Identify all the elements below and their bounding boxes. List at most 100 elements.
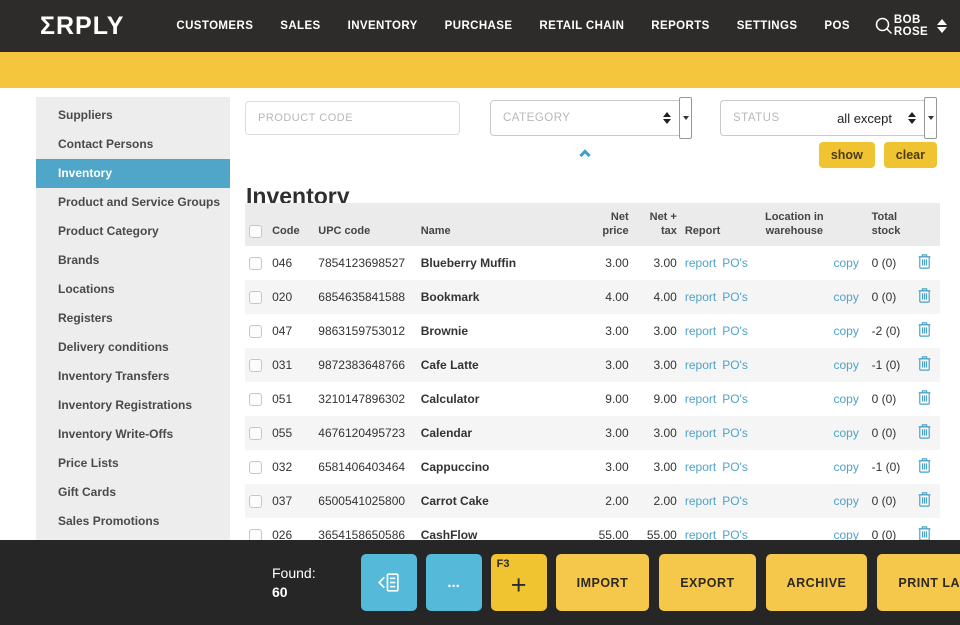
- row-checkbox[interactable]: [249, 495, 262, 508]
- report-link[interactable]: report: [685, 392, 716, 406]
- category-select[interactable]: CATEGORY: [490, 100, 690, 136]
- copy-link[interactable]: copy: [833, 392, 858, 406]
- import-button[interactable]: IMPORT: [556, 554, 650, 611]
- warehouse-location-cell: [759, 314, 829, 348]
- report-link[interactable]: report: [685, 460, 716, 474]
- delete-icon[interactable]: [918, 458, 931, 473]
- delete-icon[interactable]: [918, 526, 931, 541]
- dropdown-caret-icon[interactable]: [679, 97, 692, 139]
- sidebar-item-suppliers[interactable]: Suppliers: [36, 101, 230, 130]
- delete-icon[interactable]: [918, 356, 931, 371]
- product-code-input[interactable]: [245, 101, 460, 135]
- sidebar-item-price-lists[interactable]: Price Lists: [36, 449, 230, 478]
- delete-icon[interactable]: [918, 390, 931, 405]
- erply-logo[interactable]: ΣRPLY: [40, 12, 124, 41]
- report-link[interactable]: report: [685, 324, 716, 338]
- search-icon[interactable]: [874, 16, 894, 36]
- nav-item-inventory[interactable]: INVENTORY: [348, 20, 418, 32]
- upc-code-cell: 6581406403464: [314, 450, 416, 484]
- dropdown-caret-icon[interactable]: [924, 97, 937, 139]
- copy-link[interactable]: copy: [833, 494, 858, 508]
- copy-link[interactable]: copy: [833, 324, 858, 338]
- purchase-orders-link[interactable]: PO's: [722, 324, 748, 338]
- sidebar-item-locations[interactable]: Locations: [36, 275, 230, 304]
- net-tax-cell: 3.00: [633, 450, 681, 484]
- copy-cell: copy: [829, 484, 867, 518]
- delete-icon[interactable]: [918, 288, 931, 303]
- delete-icon[interactable]: [918, 322, 931, 337]
- table-head: CodeUPC codeNameNet priceNet + taxReport…: [245, 203, 940, 246]
- status-select[interactable]: STATUS all except: [720, 100, 935, 136]
- report-link[interactable]: report: [685, 290, 716, 304]
- upc-code-cell: 3210147896302: [314, 382, 416, 416]
- delete-icon[interactable]: [918, 254, 931, 269]
- purchase-orders-link[interactable]: PO's: [722, 290, 748, 304]
- copy-link[interactable]: copy: [833, 460, 858, 474]
- collapse-filters-button[interactable]: [577, 149, 593, 161]
- purchase-orders-link[interactable]: PO's: [722, 358, 748, 372]
- row-checkbox[interactable]: [249, 257, 262, 270]
- more-actions-button[interactable]: ...: [426, 554, 482, 611]
- archive-button[interactable]: ARCHIVE: [766, 554, 868, 611]
- delete-cell: [914, 382, 940, 416]
- sidebar-item-product-category[interactable]: Product Category: [36, 217, 230, 246]
- copy-link[interactable]: copy: [833, 426, 858, 440]
- delete-cell: [914, 246, 940, 280]
- nav-item-reports[interactable]: REPORTS: [651, 20, 709, 32]
- purchase-orders-link[interactable]: PO's: [722, 392, 748, 406]
- add-new-button[interactable]: F3 +: [491, 554, 547, 611]
- purchase-orders-link[interactable]: PO's: [722, 460, 748, 474]
- filter-actions: show clear: [819, 142, 937, 168]
- user-menu[interactable]: BOB ROSE: [894, 14, 947, 38]
- nav-item-customers[interactable]: CUSTOMERS: [176, 20, 253, 32]
- row-checkbox[interactable]: [249, 461, 262, 474]
- copy-link[interactable]: copy: [833, 256, 858, 270]
- nav-item-sales[interactable]: SALES: [280, 20, 320, 32]
- row-checkbox[interactable]: [249, 393, 262, 406]
- delete-icon[interactable]: [918, 424, 931, 439]
- product-code-cell: 047: [268, 314, 314, 348]
- delete-cell: [914, 450, 940, 484]
- purchase-orders-link[interactable]: PO's: [722, 494, 748, 508]
- toggle-panel-button[interactable]: [361, 554, 417, 611]
- report-link[interactable]: report: [685, 494, 716, 508]
- report-link[interactable]: report: [685, 256, 716, 270]
- upc-code-cell: 4676120495723: [314, 416, 416, 450]
- user-menu-arrows-icon: [937, 19, 947, 33]
- report-link[interactable]: report: [685, 358, 716, 372]
- sidebar-item-inventory-write-offs[interactable]: Inventory Write-Offs: [36, 420, 230, 449]
- clear-button[interactable]: clear: [884, 142, 937, 168]
- delete-icon[interactable]: [918, 492, 931, 507]
- sidebar-item-inventory-registrations[interactable]: Inventory Registrations: [36, 391, 230, 420]
- select-arrows-icon: [908, 112, 916, 124]
- purchase-orders-link[interactable]: PO's: [722, 426, 748, 440]
- select-all-checkbox[interactable]: [249, 225, 262, 238]
- copy-link[interactable]: copy: [833, 290, 858, 304]
- sidebar-item-inventory[interactable]: Inventory: [36, 159, 230, 188]
- purchase-orders-link[interactable]: PO's: [722, 256, 748, 270]
- upc-code-cell: 7854123698527: [314, 246, 416, 280]
- sidebar-item-delivery-conditions[interactable]: Delivery conditions: [36, 333, 230, 362]
- sidebar-item-inventory-transfers[interactable]: Inventory Transfers: [36, 362, 230, 391]
- report-link[interactable]: report: [685, 426, 716, 440]
- nav-item-retail-chain[interactable]: RETAIL CHAIN: [539, 20, 624, 32]
- copy-link[interactable]: copy: [833, 358, 858, 372]
- export-button[interactable]: EXPORT: [659, 554, 755, 611]
- sidebar-item-product-and-service-groups[interactable]: Product and Service Groups: [36, 188, 230, 217]
- row-checkbox[interactable]: [249, 427, 262, 440]
- column-header-empty: [914, 203, 940, 246]
- sidebar-item-sales-promotions[interactable]: Sales Promotions: [36, 507, 230, 536]
- row-checkbox[interactable]: [249, 325, 262, 338]
- sidebar-item-registers[interactable]: Registers: [36, 304, 230, 333]
- sidebar-item-gift-cards[interactable]: Gift Cards: [36, 478, 230, 507]
- nav-item-purchase[interactable]: PURCHASE: [445, 20, 513, 32]
- copy-cell: copy: [829, 382, 867, 416]
- show-button[interactable]: show: [819, 142, 875, 168]
- print-labels-button[interactable]: PRINT LABELS: [877, 554, 960, 611]
- nav-item-pos[interactable]: POS: [824, 20, 850, 32]
- nav-item-settings[interactable]: SETTINGS: [737, 20, 798, 32]
- row-checkbox[interactable]: [249, 359, 262, 372]
- sidebar-item-contact-persons[interactable]: Contact Persons: [36, 130, 230, 159]
- sidebar-item-brands[interactable]: Brands: [36, 246, 230, 275]
- row-checkbox[interactable]: [249, 291, 262, 304]
